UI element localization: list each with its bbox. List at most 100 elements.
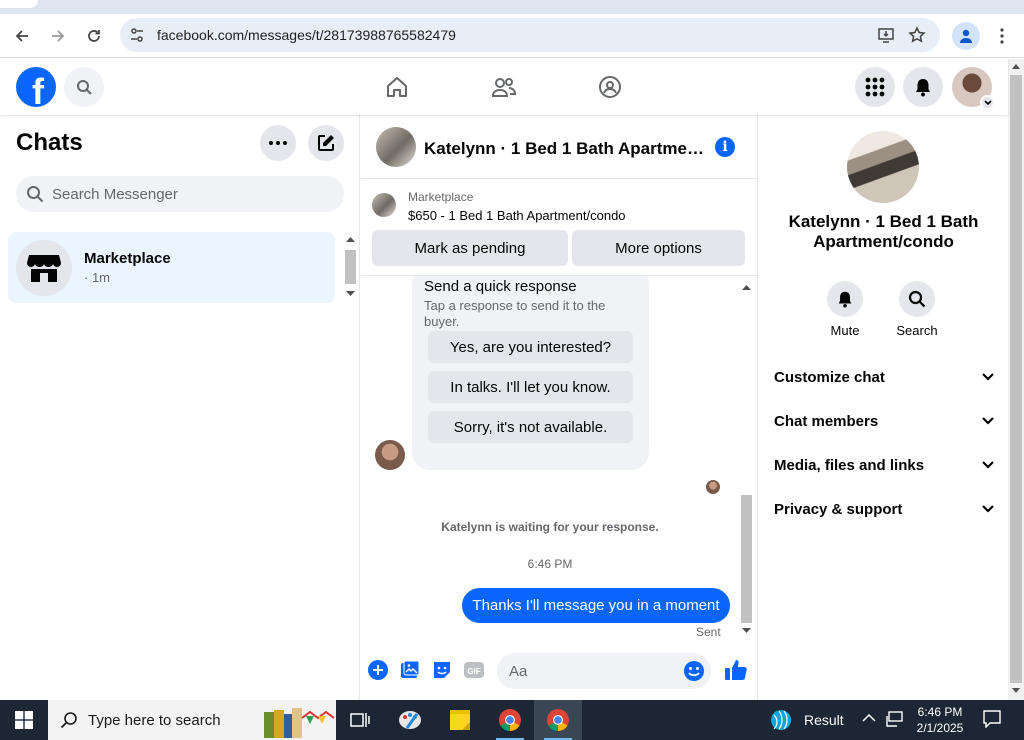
install-app-icon[interactable] bbox=[877, 26, 895, 44]
conversation-info-icon[interactable]: i bbox=[715, 137, 735, 157]
sticker-button[interactable] bbox=[431, 659, 453, 681]
windows-taskbar: Type here to search Result 6:46 PM 2/1/2… bbox=[0, 700, 1024, 740]
privacy-support-section[interactable]: Privacy & support bbox=[774, 495, 994, 523]
message-input-box[interactable] bbox=[497, 653, 711, 689]
quick-response-not-available[interactable]: Sorry, it's not available. bbox=[428, 411, 633, 443]
friends-nav-button[interactable] bbox=[484, 71, 524, 103]
scroll-up-arrow-icon[interactable] bbox=[742, 284, 751, 290]
like-button[interactable] bbox=[724, 658, 748, 682]
scrollbar-thumb[interactable] bbox=[741, 495, 752, 623]
thread-scrollbar[interactable] bbox=[739, 278, 754, 640]
taskbar-app-sticky-notes[interactable] bbox=[436, 700, 484, 740]
search-messenger-input[interactable] bbox=[52, 176, 332, 212]
forward-button[interactable] bbox=[44, 22, 72, 50]
listing-thumbnail[interactable] bbox=[372, 193, 396, 217]
facebook-search-button[interactable] bbox=[64, 67, 104, 107]
mark-as-pending-button[interactable]: Mark as pending bbox=[372, 230, 568, 266]
groups-nav-button[interactable] bbox=[590, 71, 630, 103]
home-nav-button[interactable] bbox=[377, 71, 417, 103]
media-files-links-section[interactable]: Media, files and links bbox=[774, 451, 994, 479]
conversation-profile-photo[interactable] bbox=[847, 131, 919, 203]
sticky-notes-icon bbox=[450, 710, 470, 730]
scrollbar-thumb[interactable] bbox=[345, 250, 356, 284]
cricket-globe-icon bbox=[771, 710, 791, 730]
facebook-logo[interactable]: f bbox=[16, 67, 56, 107]
search-circle bbox=[899, 281, 935, 317]
section-label: Chat members bbox=[774, 412, 879, 430]
more-options-button[interactable]: More options bbox=[572, 230, 745, 266]
scroll-down-arrow-icon[interactable] bbox=[1012, 688, 1020, 694]
kebab-menu-icon bbox=[1000, 28, 1004, 44]
tray-time-text: 6:46 PM bbox=[917, 705, 963, 719]
scroll-up-arrow-icon[interactable] bbox=[1012, 63, 1020, 69]
search-in-conversation-button[interactable]: Search bbox=[887, 281, 947, 338]
scrollbar-thumb[interactable] bbox=[1010, 75, 1022, 683]
mute-button[interactable]: Mute bbox=[815, 281, 875, 338]
emoji-icon[interactable] bbox=[683, 660, 705, 682]
taskbar-app-paint[interactable] bbox=[386, 700, 434, 740]
bookmark-star-icon[interactable] bbox=[908, 26, 926, 44]
tray-clock[interactable]: 6:46 PM 2/1/2025 bbox=[910, 704, 970, 736]
message-input[interactable] bbox=[509, 653, 669, 689]
conversation-name: Marketplace bbox=[84, 250, 171, 267]
menu-grid-button[interactable] bbox=[855, 67, 895, 107]
quick-response-in-talks[interactable]: In talks. I'll let you know. bbox=[428, 371, 633, 403]
notifications-button[interactable] bbox=[903, 67, 943, 107]
forward-arrow-icon bbox=[52, 30, 65, 42]
chevron-up-icon[interactable] bbox=[862, 713, 876, 723]
scroll-down-arrow-icon[interactable] bbox=[346, 291, 355, 297]
outgoing-message[interactable]: Thanks I'll message you in a moment bbox=[462, 588, 730, 623]
more-actions-button[interactable] bbox=[367, 659, 389, 681]
attach-photo-button[interactable] bbox=[399, 659, 421, 681]
chat-title[interactable]: Katelynn · 1 Bed 1 Bath Apartmen… bbox=[424, 139, 704, 159]
notification-center-icon[interactable] bbox=[983, 710, 1001, 728]
address-bar[interactable]: facebook.com/messages/t/2817398876558247… bbox=[120, 18, 940, 52]
friends-icon bbox=[491, 78, 517, 97]
svg-text:GIF: GIF bbox=[467, 667, 480, 676]
browser-tabstrip bbox=[0, 0, 1024, 14]
task-view-button[interactable] bbox=[336, 700, 384, 740]
chats-panel: Chats Marketplace · 1m bbox=[0, 115, 360, 700]
quick-response-card: Send a quick response Tap a response to … bbox=[412, 276, 649, 470]
page-scrollbar[interactable] bbox=[1008, 59, 1024, 700]
taskbar-search-box[interactable]: Type here to search bbox=[48, 700, 336, 740]
marketplace-listing-bar: Marketplace $650 - 1 Bed 1 Bath Apartmen… bbox=[361, 180, 757, 276]
chat-options-button[interactable] bbox=[260, 125, 296, 161]
browser-tab[interactable] bbox=[0, 0, 38, 8]
site-settings-icon[interactable] bbox=[129, 27, 145, 43]
taskbar-app-chrome-active[interactable] bbox=[534, 700, 582, 740]
tray-news-widget[interactable]: Result bbox=[770, 700, 844, 740]
plus-circle-icon bbox=[368, 660, 388, 680]
browser-profile-button[interactable] bbox=[952, 22, 980, 50]
messenger-search[interactable] bbox=[16, 176, 344, 212]
conversation-item-marketplace[interactable]: Marketplace · 1m bbox=[8, 232, 335, 303]
listing-title[interactable]: $650 - 1 Bed 1 Bath Apartment/condo bbox=[408, 208, 626, 223]
search-icon bbox=[77, 80, 92, 95]
gif-button[interactable]: GIF bbox=[463, 659, 485, 681]
groups-icon bbox=[599, 76, 621, 98]
search-icon bbox=[27, 186, 44, 203]
new-message-button[interactable] bbox=[308, 125, 344, 161]
start-button[interactable] bbox=[0, 700, 48, 740]
quick-response-title: Send a quick response bbox=[424, 278, 577, 295]
reload-button[interactable] bbox=[80, 22, 108, 50]
quick-response-yes[interactable]: Yes, are you interested? bbox=[428, 331, 633, 363]
section-label: Media, files and links bbox=[774, 456, 925, 474]
chats-title: Chats bbox=[16, 129, 83, 156]
scroll-down-arrow-icon[interactable] bbox=[742, 628, 751, 634]
bell-icon bbox=[916, 79, 930, 97]
network-icon[interactable] bbox=[886, 711, 904, 727]
taskbar-app-chrome[interactable] bbox=[486, 700, 534, 740]
chat-list-scrollbar[interactable] bbox=[343, 233, 358, 303]
seen-indicator-avatar bbox=[706, 480, 720, 494]
chat-avatar[interactable] bbox=[376, 127, 416, 167]
sticker-icon bbox=[434, 662, 450, 678]
chat-members-section[interactable]: Chat members bbox=[774, 407, 994, 435]
account-avatar-button[interactable] bbox=[952, 67, 995, 110]
taskbar-search-text: Type here to search bbox=[88, 712, 221, 729]
browser-menu-button[interactable] bbox=[990, 22, 1014, 50]
customize-chat-section[interactable]: Customize chat bbox=[774, 363, 994, 391]
sender-avatar[interactable] bbox=[375, 440, 405, 470]
back-button[interactable] bbox=[8, 22, 36, 50]
scroll-up-arrow-icon[interactable] bbox=[346, 236, 355, 242]
